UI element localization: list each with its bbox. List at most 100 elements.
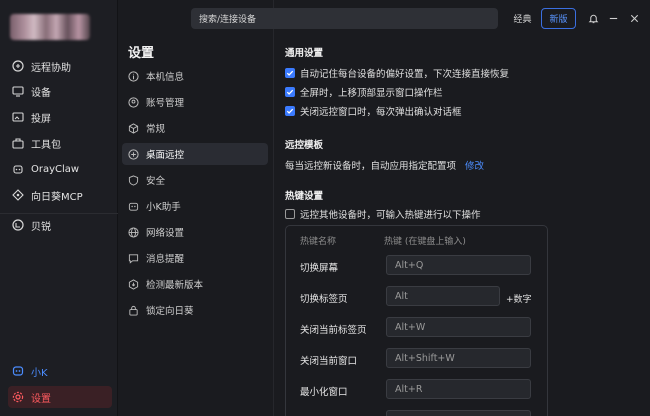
search-input[interactable]: 搜索/连接设备: [191, 8, 498, 29]
settings-item-account[interactable]: 账号管理: [122, 91, 268, 113]
classic-mode-button[interactable]: 经典: [506, 8, 539, 29]
nav-item-label: 工具包: [31, 139, 61, 151]
settings-item-desktop-remote[interactable]: 桌面远控: [122, 143, 268, 165]
settings-item-label: 检测最新版本: [146, 280, 204, 291]
nav-item-label: 向日葵MCP: [31, 191, 83, 203]
settings-item-security[interactable]: 安全: [122, 169, 268, 191]
nav-item-xiaok[interactable]: 小K: [8, 360, 112, 382]
hotkey-input[interactable]: Alt+Q: [386, 255, 531, 275]
hotkey-input[interactable]: Alt: [386, 286, 500, 306]
nav-item-label: 设置: [31, 393, 51, 405]
option-label: 远控其他设备时，可输入热键进行以下操作: [300, 210, 481, 221]
remote-assist-icon: [12, 60, 24, 72]
nav-item-label: 小K: [31, 367, 48, 379]
hotkey-name: 切换屏幕: [300, 263, 339, 274]
nav-item-label: 投屏: [31, 113, 51, 125]
message-icon: [128, 253, 139, 264]
account-icon: [128, 96, 139, 108]
checkbox-checked-icon[interactable]: [285, 106, 295, 116]
settings-item-label: 小K助手: [146, 202, 181, 213]
checkbox-checked-icon[interactable]: [285, 87, 295, 97]
close-icon[interactable]: [627, 11, 641, 25]
modify-template-link[interactable]: 修改: [465, 161, 484, 172]
option-confirm-close[interactable]: 关闭远控窗口时，每次弹出确认对话框: [285, 104, 462, 118]
nav-item-oray[interactable]: 贝锐: [8, 214, 112, 236]
option-enable-hotkeys[interactable]: 远控其他设备时，可输入热键进行以下操作: [285, 207, 481, 221]
update-icon: [128, 278, 139, 290]
settings-item-label: 常规: [146, 124, 166, 135]
settings-item-check-update[interactable]: 检测最新版本: [122, 273, 268, 295]
avatar[interactable]: [10, 14, 90, 40]
hotkey-name: 最小化窗口: [300, 387, 348, 398]
oray-logo-icon: [12, 219, 24, 231]
claw-icon: [12, 163, 24, 175]
left-nav: 远程协助 设备 投屏 工具包 OrayClaw 向日葵MCP 贝锐 小K 设置: [0, 0, 118, 416]
nav-item-remote-assist[interactable]: 远程协助: [8, 55, 112, 77]
hotkey-col-key: 热键 (在键盘上输入): [384, 237, 466, 247]
cast-screen-icon: [12, 111, 24, 123]
toolbox-icon: [12, 137, 24, 149]
monitor-icon: [12, 85, 24, 97]
desktop-remote-icon: [128, 148, 139, 160]
settings-item-network[interactable]: 网络设置: [122, 221, 268, 243]
remote-template-title: 远控模板: [285, 140, 324, 151]
settings-item-label: 账号管理: [146, 98, 185, 109]
hotkey-input[interactable]: Alt+Shift+W: [386, 348, 531, 368]
option-fullscreen-toolbar[interactable]: 全屏时，上移顶部显示窗口操作栏: [285, 85, 443, 99]
settings-item-label: 锁定向日葵: [146, 306, 194, 317]
new-mode-button[interactable]: 新版: [541, 8, 576, 29]
main-content: 通用设置 自动记住每台设备的偏好设置，下次连接直接恢复 全屏时，上移顶部显示窗口…: [275, 36, 650, 416]
remote-template-desc: 每当远控新设备时，自动应用指定配置项 修改: [285, 158, 484, 172]
nav-item-label: 远程协助: [31, 62, 71, 74]
hotkey-input-partial[interactable]: [386, 410, 531, 416]
hotkey-table: 热键名称 热键 (在键盘上输入) 切换屏幕 Alt+Q 切换标签页 Alt +数…: [285, 225, 548, 416]
settings-item-device-info[interactable]: 本机信息: [122, 65, 268, 87]
hotkey-name: 关闭当前窗口: [300, 356, 358, 367]
nav-item-label: 设备: [31, 87, 51, 99]
nav-item-orayclaw[interactable]: OrayClaw: [8, 158, 112, 180]
lock-icon: [128, 305, 139, 316]
nav-item-settings[interactable]: 设置: [8, 386, 112, 408]
settings-item-k-assistant[interactable]: 小K助手: [122, 195, 268, 217]
hotkey-input[interactable]: Alt+R: [386, 379, 531, 399]
settings-item-label: 消息提醒: [146, 254, 185, 265]
k-assistant-icon: [128, 201, 139, 212]
gear-icon: [12, 391, 24, 403]
assistant-icon: [12, 365, 24, 377]
nav-item-devices[interactable]: 设备: [8, 80, 112, 102]
remote-template-desc-text: 每当远控新设备时，自动应用指定配置项: [285, 161, 457, 172]
settings-item-label: 桌面远控: [146, 150, 185, 161]
nav-item-label: OrayClaw: [31, 163, 80, 175]
checkbox-checked-icon[interactable]: [285, 68, 295, 78]
settings-title: 设置: [128, 46, 155, 61]
hotkey-settings-title: 热键设置: [285, 191, 324, 202]
settings-item-label: 网络设置: [146, 228, 185, 239]
hotkey-name: 切换标签页: [300, 294, 348, 305]
settings-item-messages[interactable]: 消息提醒: [122, 247, 268, 269]
option-label: 关闭远控窗口时，每次弹出确认对话框: [300, 107, 462, 118]
general-settings-title: 通用设置: [285, 48, 324, 59]
option-label: 全屏时，上移顶部显示窗口操作栏: [300, 88, 443, 99]
nav-item-mcp[interactable]: 向日葵MCP: [8, 184, 112, 206]
cube-icon: [128, 122, 139, 134]
hotkey-input[interactable]: Alt+W: [386, 317, 531, 337]
hotkey-suffix: +数字: [506, 295, 532, 305]
settings-item-general[interactable]: 常规: [122, 117, 268, 139]
settings-category-column: 设置 本机信息 账号管理 常规 桌面远控 安全 小K助手 网络设置 消息提醒 检…: [118, 0, 274, 416]
mcp-icon: [12, 189, 24, 201]
search-placeholder: 搜索/连接设备: [199, 15, 257, 25]
settings-item-label: 本机信息: [146, 72, 185, 83]
minimize-icon[interactable]: [606, 11, 620, 25]
nav-item-cast[interactable]: 投屏: [8, 106, 112, 128]
shield-icon: [128, 174, 139, 186]
checkbox-unchecked-icon[interactable]: [285, 209, 295, 219]
option-label: 自动记住每台设备的偏好设置，下次连接直接恢复: [300, 69, 510, 80]
info-icon: [128, 70, 139, 82]
bell-icon[interactable]: [586, 11, 600, 25]
option-remember-preferences[interactable]: 自动记住每台设备的偏好设置，下次连接直接恢复: [285, 66, 509, 80]
globe-icon: [128, 226, 139, 238]
hotkey-col-name: 热键名称: [300, 237, 337, 247]
settings-item-lock[interactable]: 锁定向日葵: [122, 299, 268, 321]
hotkey-name: 关闭当前标签页: [300, 325, 367, 336]
nav-item-toolbox[interactable]: 工具包: [8, 132, 112, 154]
